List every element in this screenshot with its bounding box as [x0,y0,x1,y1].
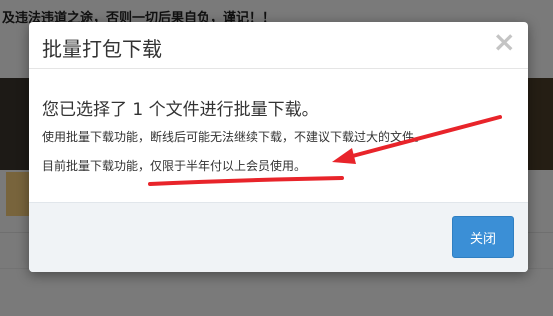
close-button[interactable]: 关闭 [452,216,514,258]
modal-title: 批量打包下载 [42,37,162,61]
membership-restriction-message: 目前批量下载功能，仅限于半年付以上会员使用。 [42,159,307,173]
selection-message: 您已选择了 1 个文件进行批量下载。 [42,100,319,120]
modal-body: 您已选择了 1 个文件进行批量下载。 使用批量下载功能，断线后可能无法继续下载，… [29,69,528,201]
close-icon[interactable]: × [493,28,516,56]
batch-download-modal: 批量打包下载 × 您已选择了 1 个文件进行批量下载。 使用批量下载功能，断线后… [29,22,528,272]
modal-header: 批量打包下载 × [29,22,528,69]
warning-message: 使用批量下载功能，断线后可能无法继续下载，不建议下载过大的文件。 [42,130,427,144]
modal-footer: 关闭 [29,202,528,272]
